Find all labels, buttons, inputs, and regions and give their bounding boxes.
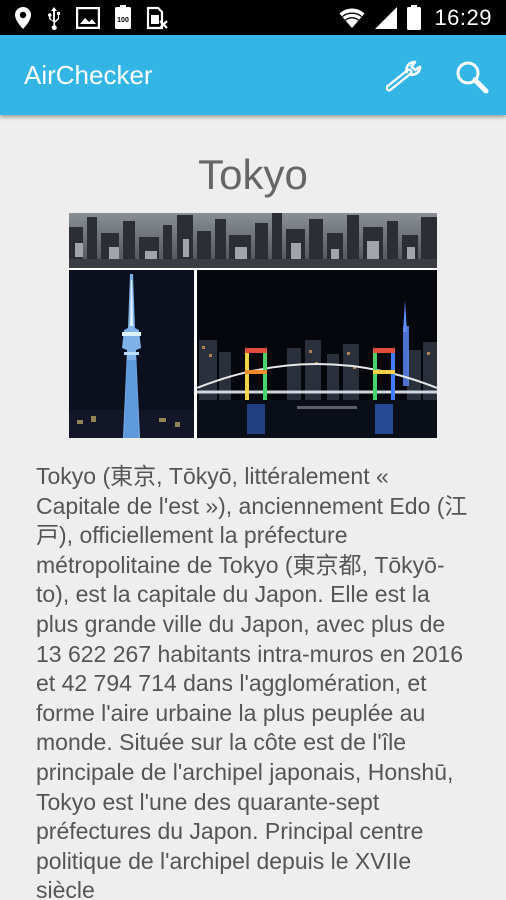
skyline-photo [69, 213, 437, 268]
bridge-photo [197, 270, 437, 438]
wrench-icon [386, 60, 422, 92]
location-pin-icon [15, 6, 31, 29]
wifi-icon [339, 8, 365, 28]
app-bar: AirChecker [0, 35, 506, 115]
city-image-collage [69, 213, 437, 438]
search-icon [456, 61, 489, 94]
clock: 16:29 [434, 4, 492, 30]
tower-photo [69, 270, 194, 438]
search-button[interactable] [450, 55, 494, 99]
signal-icon [375, 6, 398, 29]
battery-100-icon: 100 [115, 5, 131, 29]
image-icon [76, 6, 100, 29]
app-title: AirChecker [24, 60, 153, 90]
system-icons: 16:29 [339, 0, 492, 35]
city-title: Tokyo [198, 151, 308, 198]
usb-icon [47, 6, 60, 30]
notification-icons: 100 [14, 5, 168, 30]
city-description: Tokyo (東京, Tōkyō, littéralement « Capita… [36, 463, 468, 900]
svg-text:100: 100 [117, 17, 129, 24]
sim-off-icon [146, 6, 168, 29]
settings-button[interactable] [384, 55, 428, 99]
battery-icon [407, 5, 422, 30]
status-bar: 100 16:29 [0, 0, 506, 35]
city-detail[interactable]: Tokyo Tokyo (東京, Tōkyō, littéralement « … [0, 115, 506, 900]
